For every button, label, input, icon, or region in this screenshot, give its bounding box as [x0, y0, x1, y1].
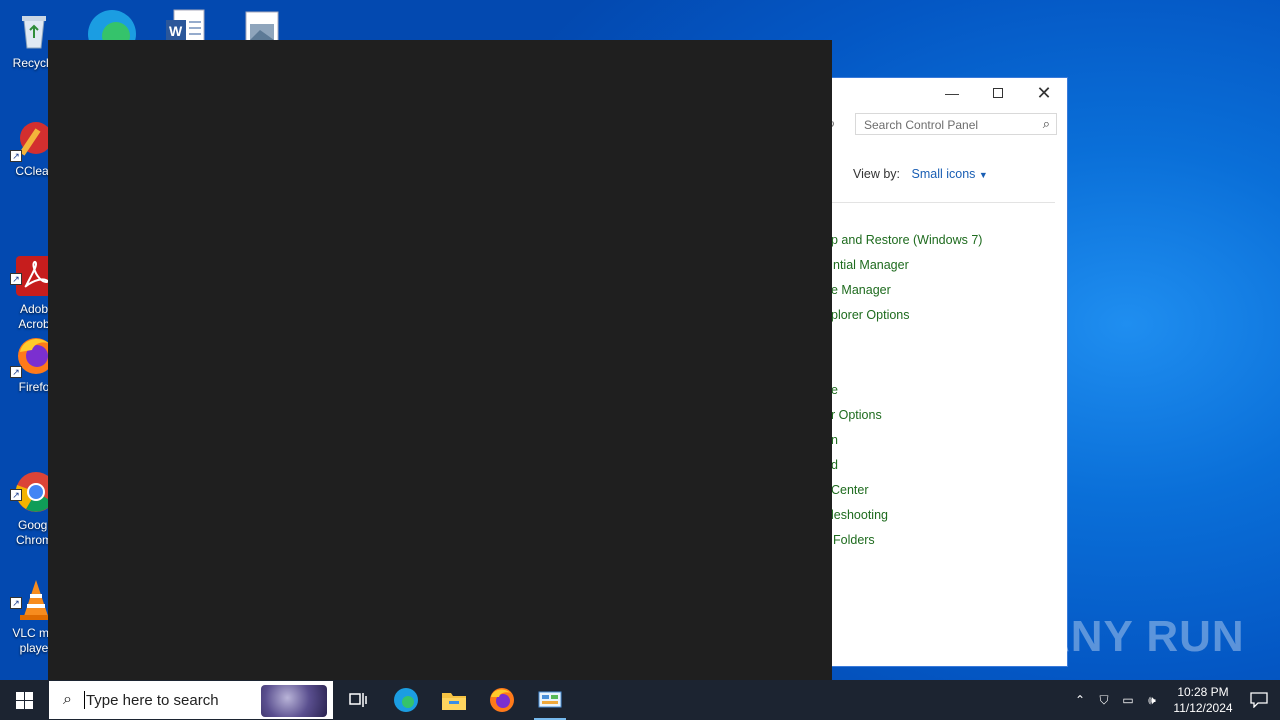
taskbar-search-placeholder: Type here to search — [85, 691, 219, 709]
desktop-icon-word-document[interactable]: W — [164, 8, 206, 45]
shortcut-arrow-icon: ↗ — [10, 597, 22, 609]
view-by-value: Small icons — [911, 167, 976, 181]
file-explorer-icon — [442, 693, 466, 710]
minimize-button[interactable]: — — [929, 78, 975, 108]
maximize-icon — [993, 88, 1003, 98]
action-center-button[interactable] — [1238, 680, 1280, 720]
taskbar-file-explorer[interactable] — [430, 680, 478, 720]
taskbar-edge[interactable] — [382, 680, 430, 720]
view-by-control: View by: Small icons ▼ — [853, 167, 988, 181]
divider — [821, 202, 1055, 203]
view-by-label: View by: — [853, 167, 901, 181]
cp-item-center[interactable]: Center — [831, 483, 869, 497]
taskbar: ⌕ Type here to search ⌃ ⛉ ▭ 🕪 10:28 PM 1… — [0, 680, 1280, 720]
chevron-down-icon: ▼ — [978, 170, 988, 180]
volume-icon[interactable]: 🕪 — [1140, 693, 1164, 708]
close-button[interactable]: ✕ — [1021, 78, 1067, 108]
taskbar-firefox[interactable] — [478, 680, 526, 720]
task-view-icon — [349, 693, 367, 707]
search-highlight-image — [261, 685, 327, 717]
text-caret — [83, 691, 85, 709]
control-panel-icon — [538, 691, 562, 708]
search-icon: ⌕ — [63, 691, 72, 708]
window-caption-buttons: — ✕ — [929, 78, 1067, 108]
minimize-icon: — — [945, 85, 959, 101]
notification-icon — [1250, 692, 1268, 708]
taskbar-search-box[interactable]: ⌕ Type here to search — [48, 680, 334, 720]
cp-item-backup-restore[interactable]: p and Restore (Windows 7) — [831, 233, 982, 247]
cp-item-folders[interactable]: Folders — [833, 533, 875, 547]
cp-item-power-options[interactable]: r Options — [831, 408, 882, 422]
clock-time: 10:28 PM — [1177, 685, 1229, 699]
image-file-icon — [245, 11, 279, 45]
cp-item-7[interactable]: n — [831, 433, 838, 447]
taskbar-control-panel[interactable] — [526, 680, 574, 720]
word-document-icon: W — [166, 9, 205, 45]
cp-item-troubleshooting[interactable]: leshooting — [831, 508, 888, 522]
firefox-icon — [490, 688, 514, 712]
desktop-icon-image-file[interactable] — [244, 10, 280, 45]
search-icon: ⌕ — [1042, 116, 1050, 131]
clock-date: 11/12/2024 — [1173, 701, 1233, 715]
shortcut-arrow-icon: ↗ — [10, 489, 22, 501]
anyrun-watermark: ANY RUN — [1038, 612, 1245, 661]
edge-icon — [394, 688, 418, 712]
view-by-dropdown[interactable]: Small icons ▼ — [912, 167, 988, 181]
cp-item-5[interactable]: e — [831, 383, 838, 397]
cp-item-file-explorer-options[interactable]: plorer Options — [831, 308, 910, 322]
clock[interactable]: 10:28 PM 11/12/2024 — [1168, 684, 1238, 716]
system-tray: ⌃ ⛉ ▭ 🕪 10:28 PM 11/12/2024 — [1068, 680, 1280, 720]
network-icon[interactable]: ▭ — [1116, 693, 1140, 707]
cp-item-device-manager[interactable]: e Manager — [831, 283, 891, 297]
cp-item-8[interactable]: d — [831, 458, 838, 472]
svg-text:W: W — [169, 23, 183, 39]
cp-item-credential-manager[interactable]: ntial Manager — [833, 258, 909, 272]
dark-overlay-window[interactable] — [48, 40, 832, 680]
search-input[interactable]: Search Control Panel ⌕ — [855, 113, 1057, 135]
show-hidden-icons-chevron-up-icon[interactable]: ⌃ — [1068, 693, 1092, 707]
close-icon: ✕ — [1036, 82, 1052, 103]
maximize-button[interactable] — [975, 78, 1021, 108]
shortcut-arrow-icon: ↗ — [10, 273, 22, 285]
shortcut-arrow-icon: ↗ — [10, 150, 22, 162]
task-view-button[interactable] — [334, 680, 382, 720]
search-placeholder: Search Control Panel — [864, 118, 979, 132]
windows-logo-icon — [15, 691, 33, 709]
start-button[interactable] — [0, 680, 48, 720]
shortcut-arrow-icon: ↗ — [10, 366, 22, 378]
defender-icon[interactable]: ⛉ — [1092, 693, 1116, 708]
